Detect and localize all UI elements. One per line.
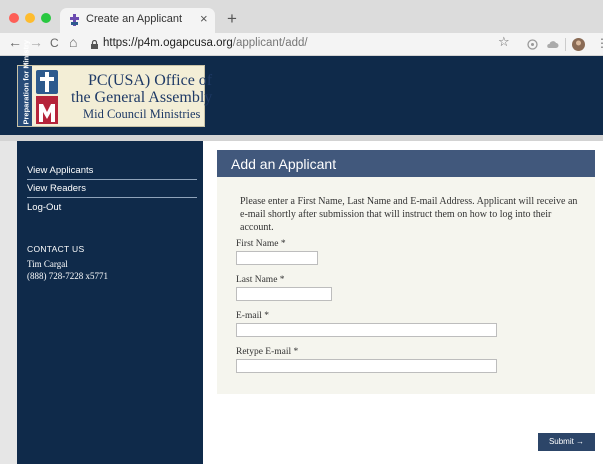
bookmark-star-icon[interactable]: ☆ bbox=[498, 34, 510, 50]
browser-tab[interactable]: Create an Applicant × bbox=[60, 8, 215, 33]
url-host: https://p4m.ogapcusa.org bbox=[103, 37, 233, 49]
page-title: Add an Applicant bbox=[231, 156, 337, 172]
maximize-window-icon[interactable] bbox=[41, 13, 51, 23]
close-window-icon[interactable] bbox=[9, 13, 19, 23]
sidebar-item-view-readers[interactable]: View Readers bbox=[27, 183, 197, 198]
contact-name: Tim Cargal bbox=[27, 259, 68, 269]
browser-tab-bar: Create an Applicant × + bbox=[0, 0, 603, 33]
first-name-input[interactable] bbox=[236, 251, 318, 265]
reload-icon[interactable]: C bbox=[50, 36, 59, 50]
submit-button[interactable]: Submit → bbox=[538, 433, 595, 451]
page-title-bar: Add an Applicant bbox=[217, 150, 595, 177]
extension-icon[interactable] bbox=[526, 38, 539, 51]
url-path: /applicant/add/ bbox=[232, 37, 308, 49]
presbyterian-favicon-icon bbox=[70, 14, 79, 26]
logo-line-3: Mid Council Ministries bbox=[83, 107, 201, 121]
applicant-form: Please enter a First Name, Last Name and… bbox=[217, 177, 595, 394]
logo-strip: Preparation for Ministry bbox=[18, 39, 32, 126]
url-field[interactable]: https://p4m.ogapcusa.org/applicant/add/ bbox=[103, 37, 308, 49]
profile-avatar-icon[interactable] bbox=[572, 38, 585, 51]
retype-email-label: Retype E-mail * bbox=[236, 347, 299, 357]
cloud-extension-icon[interactable] bbox=[546, 38, 559, 51]
sidebar-item-view-applicants[interactable]: View Applicants bbox=[27, 165, 197, 180]
form-instructions: Please enter a First Name, Last Name and… bbox=[240, 196, 578, 233]
site-header: Preparation for Ministry PC(USA) Office … bbox=[0, 39, 603, 135]
cross-emblem-icon bbox=[36, 70, 58, 94]
sidebar-item-log-out[interactable]: Log-Out bbox=[27, 202, 197, 216]
sidebar: View Applicants View Readers Log-Out CON… bbox=[17, 141, 203, 464]
logo-line-2: the General Assembly bbox=[71, 89, 213, 106]
email-label: E-mail * bbox=[236, 311, 269, 321]
logo-vertical-text: Preparation for Ministry bbox=[21, 39, 31, 125]
contact-heading: CONTACT US bbox=[27, 244, 85, 254]
home-icon[interactable]: ⌂ bbox=[69, 34, 77, 50]
menu-icon[interactable]: ⋮ bbox=[596, 36, 603, 50]
back-icon[interactable]: ← bbox=[8, 34, 22, 50]
tab-close-icon[interactable]: × bbox=[200, 11, 208, 26]
email-input[interactable] bbox=[236, 323, 497, 337]
pcusa-logo[interactable]: Preparation for Ministry PC(USA) Office … bbox=[17, 39, 212, 127]
new-tab-button[interactable]: + bbox=[227, 9, 237, 29]
address-bar-row: ← → C ⌂ https://p4m.ogapcusa.org/applica… bbox=[0, 33, 603, 56]
m-letter-icon bbox=[36, 96, 58, 124]
last-name-label: Last Name * bbox=[236, 275, 285, 285]
retype-email-input[interactable] bbox=[236, 359, 497, 373]
main-content: Add an Applicant Please enter a First Na… bbox=[203, 141, 603, 464]
toolbar-divider bbox=[565, 38, 566, 51]
last-name-input[interactable] bbox=[236, 287, 332, 301]
tab-title: Create an Applicant bbox=[86, 13, 183, 25]
lock-icon bbox=[91, 40, 98, 49]
minimize-window-icon[interactable] bbox=[25, 13, 35, 23]
contact-phone: (888) 728-7228 x5771 bbox=[27, 271, 108, 281]
first-name-label: First Name * bbox=[236, 239, 286, 249]
logo-line-1: PC(USA) Office of bbox=[88, 72, 213, 89]
forward-icon[interactable]: → bbox=[29, 34, 43, 50]
